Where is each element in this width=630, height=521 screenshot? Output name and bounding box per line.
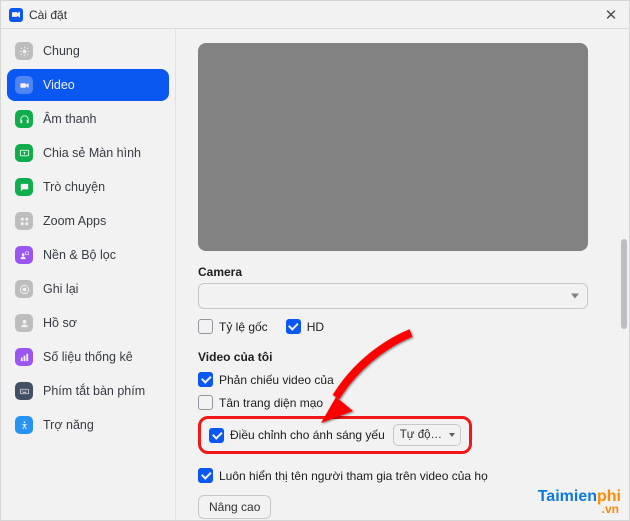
original-ratio-checkbox[interactable]: Tỷ lệ gốc — [198, 319, 268, 334]
sidebar-item-label: Video — [43, 78, 75, 92]
sidebar-item-statistics[interactable]: Số liệu thống kê — [7, 341, 169, 373]
adjust-low-light-checkbox[interactable]: Điều chỉnh cho ánh sáng yếu — [209, 428, 385, 443]
sidebar-item-profile[interactable]: Hồ sơ — [7, 307, 169, 339]
sidebar-item-label: Chung — [43, 44, 80, 58]
keyboard-icon — [15, 382, 33, 400]
sidebar-item-accessibility[interactable]: Trợ năng — [7, 409, 169, 441]
share-screen-icon — [15, 144, 33, 162]
sidebar-item-label: Số liệu thống kê — [43, 350, 133, 364]
checkbox-icon — [286, 319, 301, 334]
settings-sidebar: Chung Video Âm thanh Chia sẻ Màn hình Tr… — [1, 29, 176, 520]
chat-icon — [15, 178, 33, 196]
sidebar-item-label: Zoom Apps — [43, 214, 106, 228]
record-icon — [15, 280, 33, 298]
checkbox-label: Luôn hiển thị tên người tham gia trên vi… — [219, 469, 488, 483]
sidebar-item-label: Phím tắt bàn phím — [43, 384, 145, 398]
titlebar: Cài đặt ✕ — [1, 1, 629, 29]
sidebar-item-zoom-apps[interactable]: Zoom Apps — [7, 205, 169, 237]
sidebar-item-general[interactable]: Chung — [7, 35, 169, 67]
advanced-button[interactable]: Nâng cao — [198, 495, 271, 519]
zoom-app-icon — [9, 8, 23, 22]
checkbox-label: Tân trang diện mạo — [219, 396, 323, 410]
always-display-name-checkbox[interactable]: Luôn hiển thị tên người tham gia trên vi… — [198, 468, 488, 483]
sidebar-item-video[interactable]: Video — [7, 69, 169, 101]
sidebar-item-background-filters[interactable]: Nền & Bộ lọc — [7, 239, 169, 271]
sidebar-item-label: Nền & Bộ lọc — [43, 248, 116, 262]
sidebar-item-chat[interactable]: Trò chuyện — [7, 171, 169, 203]
my-video-section-label: Video của tôi — [198, 350, 611, 364]
camera-section-label: Camera — [198, 265, 611, 279]
lowlight-mode-select[interactable]: Tự độ… — [393, 424, 461, 446]
sidebar-item-label: Chia sẻ Màn hình — [43, 146, 141, 160]
checkbox-label: HD — [307, 320, 324, 334]
sidebar-item-label: Hồ sơ — [43, 316, 77, 330]
sidebar-item-label: Trợ năng — [43, 418, 94, 432]
video-preview — [198, 43, 588, 251]
checkbox-label: Tỷ lệ gốc — [219, 320, 268, 334]
sidebar-item-share-screen[interactable]: Chia sẻ Màn hình — [7, 137, 169, 169]
gear-icon — [15, 42, 33, 60]
checkbox-icon — [209, 428, 224, 443]
sidebar-item-label: Ghi lại — [43, 282, 78, 296]
mirror-video-checkbox[interactable]: Phản chiếu video của — [198, 372, 334, 387]
sidebar-item-label: Âm thanh — [43, 112, 97, 126]
camera-select[interactable] — [198, 283, 588, 309]
sidebar-item-label: Trò chuyện — [43, 180, 105, 194]
touch-up-appearance-checkbox[interactable]: Tân trang diện mạo — [198, 395, 323, 410]
checkbox-label: Điều chỉnh cho ánh sáng yếu — [230, 428, 385, 442]
scrollbar-thumb[interactable] — [621, 239, 627, 329]
checkbox-icon — [198, 372, 213, 387]
window-title: Cài đặt — [29, 8, 67, 22]
statistics-icon — [15, 348, 33, 366]
headphones-icon — [15, 110, 33, 128]
checkbox-icon — [198, 319, 213, 334]
checkbox-label: Phản chiếu video của — [219, 373, 334, 387]
checkbox-icon — [198, 468, 213, 483]
video-icon — [15, 76, 33, 94]
accessibility-icon — [15, 416, 33, 434]
sidebar-item-recording[interactable]: Ghi lại — [7, 273, 169, 305]
sidebar-item-keyboard-shortcuts[interactable]: Phím tắt bàn phím — [7, 375, 169, 407]
background-icon — [15, 246, 33, 264]
close-button[interactable]: ✕ — [601, 5, 621, 25]
hd-checkbox[interactable]: HD — [286, 319, 324, 334]
lowlight-row-highlighted: Điều chỉnh cho ánh sáng yếu Tự độ… — [198, 416, 472, 454]
checkbox-icon — [198, 395, 213, 410]
profile-icon — [15, 314, 33, 332]
settings-content: Camera Tỷ lệ gốc HD Video của tôi Phản c… — [176, 29, 629, 520]
apps-icon — [15, 212, 33, 230]
sidebar-item-audio[interactable]: Âm thanh — [7, 103, 169, 135]
